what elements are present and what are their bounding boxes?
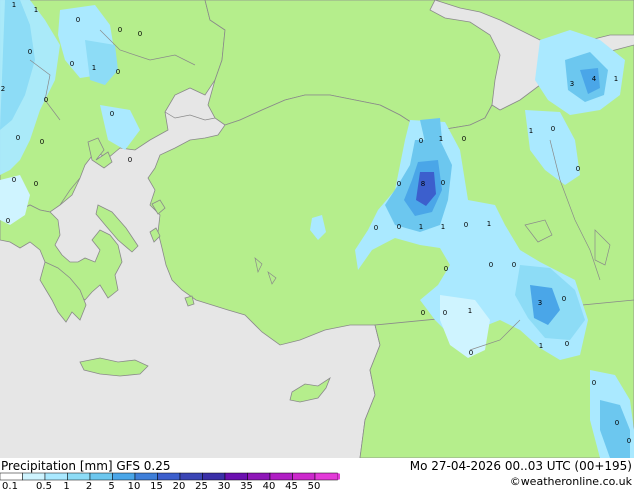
legend-labels: 0.1 0.5 1 2 5 10 15 20 25 30 35 40 45 50 [2, 481, 320, 490]
legend-tick-label: 30 [218, 481, 231, 490]
precip-value-label: 0 [627, 437, 631, 445]
precip-value-label: 1 [12, 1, 16, 9]
precip-value-label: 1 [614, 75, 618, 83]
precipitation-legend: 0.1 0.5 1 2 5 10 15 20 25 30 35 40 45 50 [0, 472, 340, 490]
legend-swatch [0, 472, 23, 481]
legend-swatch [224, 472, 248, 481]
legend-swatch [247, 472, 271, 481]
precip-value-label: 0 [419, 137, 423, 145]
precip-value-label: 0 [421, 309, 425, 317]
precip-value-label: 0 [397, 223, 401, 231]
precip-value-label: 0 [28, 48, 32, 56]
legend-tick-label: 15 [150, 481, 163, 490]
precipitation-map: 1 1 0 0 0 0 1 0 0 2 0 0 0 0 0 0 0 0 3 4 1 1 0 0 0 1 0 0 8 0 0 0 1 1 0 1 0 0 0 3… [0, 0, 634, 458]
legend-swatch [89, 472, 113, 481]
legend-swatch [134, 472, 158, 481]
precip-value-label: 0 [44, 96, 48, 104]
precip-value-label: 0 [138, 30, 142, 38]
legend-swatch [112, 472, 136, 481]
precip-value-label: 0 [34, 180, 38, 188]
legend-swatch [314, 472, 338, 481]
legend-arrow-tip [337, 473, 340, 480]
precip-value-label: 0 [512, 261, 516, 269]
precip-value-label: 0 [6, 217, 10, 225]
legend-swatch [67, 472, 91, 481]
precip-value-label: 0 [441, 179, 445, 187]
precip-value-label: 1 [529, 127, 533, 135]
precip-value-label: 0 [464, 221, 468, 229]
precip-value-label: 2 [1, 85, 5, 93]
precip-value-label: 0 [592, 379, 596, 387]
precip-value-label: 0 [118, 26, 122, 34]
precip-value-label: 0 [110, 110, 114, 118]
precip-value-label: 0 [76, 16, 80, 24]
precip-value-label: 1 [441, 223, 445, 231]
map-title: Precipitation [mm] GFS 0.25 [1, 459, 171, 473]
precip-value-label: 1 [439, 135, 443, 143]
precip-value-label: 0 [16, 134, 20, 142]
precip-value-label: 0 [576, 165, 580, 173]
precip-value-label: 0 [551, 125, 555, 133]
legend-swatch [292, 472, 316, 481]
legend-swatch [269, 472, 293, 481]
precip-value-label: 1 [468, 307, 472, 315]
legend-tick-label: 45 [285, 481, 298, 490]
legend-swatch [44, 472, 68, 481]
precip-value-label: 0 [562, 295, 566, 303]
map-canvas: 1 1 0 0 0 0 1 0 0 2 0 0 0 0 0 0 0 0 3 4 1 1 0 0 0 1 0 0 8 0 0 0 1 1 0 1 0 0 0 3… [0, 0, 634, 458]
legend-tick-label: 50 [308, 481, 321, 490]
precip-value-label: 0 [469, 349, 473, 357]
legend-tick-label: 1 [63, 481, 69, 490]
precip-value-label: 1 [487, 220, 491, 228]
legend-tick-label: 2 [86, 481, 92, 490]
legend-swatch [157, 472, 181, 481]
legend-tick-label: 10 [128, 481, 141, 490]
precip-value-label: 0 [70, 60, 74, 68]
precip-value-label: 8 [421, 180, 425, 188]
legend-swatch [22, 472, 46, 481]
precip-value-label: 1 [539, 342, 543, 350]
legend-tick-label: 20 [173, 481, 186, 490]
precip-value-label: 4 [592, 75, 597, 83]
map-datetime: Mo 27-04-2026 00..03 UTC (00+195) [409, 459, 632, 473]
precip-value-label: 0 [615, 419, 619, 427]
precip-value-label: 0 [462, 135, 466, 143]
precip-value-label: 0 [116, 68, 120, 76]
precip-value-label: 0 [565, 340, 569, 348]
precip-value-label: 0 [128, 156, 132, 164]
legend-tick-label: 35 [240, 481, 253, 490]
legend-tick-label: 5 [108, 481, 114, 490]
precip-value-label: 1 [92, 64, 96, 72]
legend-swatches [0, 472, 340, 481]
precip-value-label: 0 [374, 224, 378, 232]
legend-tick-label: 0.1 [2, 481, 18, 490]
legend-swatch [179, 472, 203, 481]
credit-link[interactable]: ©weatheronline.co.uk [510, 475, 632, 489]
precip-value-label: 3 [538, 299, 542, 307]
precip-value-label: 0 [443, 309, 447, 317]
legend-tick-label: 25 [195, 481, 208, 490]
legend-tick-label: 40 [263, 481, 276, 490]
legend-swatch [202, 472, 226, 481]
precip-value-label: 3 [570, 80, 574, 88]
precip-value-label: 0 [12, 176, 16, 184]
legend-tick-label: 0.5 [36, 481, 52, 490]
precip-value-label: 1 [34, 6, 38, 14]
precip-value-label: 1 [419, 223, 423, 231]
precip-value-label: 0 [397, 180, 401, 188]
precip-value-label: 0 [444, 265, 448, 273]
precip-value-label: 0 [40, 138, 44, 146]
precip-value-label: 0 [489, 261, 493, 269]
